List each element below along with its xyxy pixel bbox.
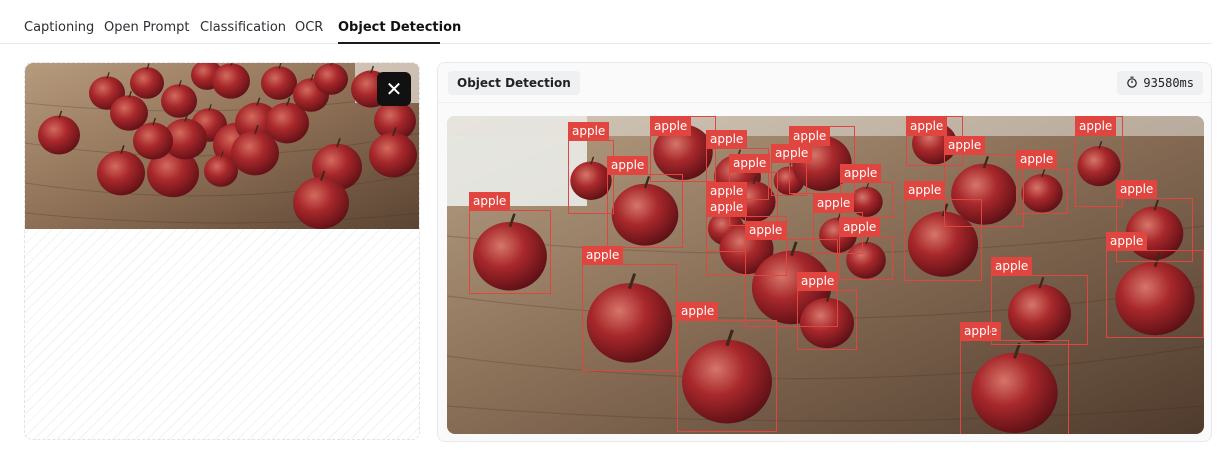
apple-shape <box>161 84 197 118</box>
detection-box: apple <box>839 218 893 280</box>
detection-label: apple <box>839 218 881 237</box>
detection-label: apple <box>1075 117 1117 136</box>
tab-ocr[interactable]: OCR <box>295 20 323 36</box>
apple-shape <box>97 150 145 196</box>
detection-box: apple <box>840 164 893 218</box>
detection-label: apple <box>991 257 1033 276</box>
detection-label: apple <box>729 154 771 173</box>
detection-box: apple <box>607 156 683 248</box>
detection-label: apple <box>904 181 946 200</box>
apple-shape <box>212 63 250 99</box>
detection-label: apple <box>607 156 649 175</box>
elapsed-time-badge: 93580ms <box>1117 71 1203 95</box>
result-title: Object Detection <box>448 71 580 95</box>
detection-label: apple <box>840 164 882 183</box>
detection-box: apple <box>1016 150 1068 214</box>
detection-box: apple <box>944 136 1024 227</box>
detection-box: apple <box>677 302 777 432</box>
detection-label: apple <box>789 127 831 146</box>
detection-box: apple <box>960 322 1069 434</box>
detection-label: apple <box>706 130 748 149</box>
detection-box: apple <box>797 272 857 350</box>
task-tabs: Captioning Open Prompt Classification OC… <box>0 0 1212 44</box>
tab-object-detection[interactable]: Object Detection <box>338 20 461 36</box>
close-icon: ✕ <box>385 77 403 101</box>
apple-shape <box>231 130 279 176</box>
apple-shape <box>293 176 349 229</box>
detection-label: apple <box>469 192 511 211</box>
detection-label: apple <box>650 117 692 136</box>
remove-image-button[interactable]: ✕ <box>377 72 411 106</box>
apple-shape <box>130 67 164 99</box>
detection-label: apple <box>568 122 610 141</box>
apple-shape <box>369 132 417 178</box>
detection-label: apple <box>1106 232 1148 251</box>
apple-shape <box>133 122 173 160</box>
detection-label: apple <box>745 221 787 240</box>
result-header: Object Detection 93580ms <box>438 63 1211 103</box>
tab-open-prompt[interactable]: Open Prompt <box>104 20 190 36</box>
result-panel: Object Detection 93580ms apple apple app… <box>437 62 1212 442</box>
apple-shape <box>38 115 80 155</box>
apple-shape <box>261 66 297 100</box>
stopwatch-icon <box>1126 72 1138 96</box>
tab-classification[interactable]: Classification <box>200 20 286 36</box>
object-detection-page: Captioning Open Prompt Classification OC… <box>0 0 1232 450</box>
active-tab-indicator <box>338 42 440 44</box>
detection-label: apple <box>1016 150 1058 169</box>
detection-label: apple <box>906 117 948 136</box>
detection-label: apple <box>582 246 624 265</box>
image-upload-area[interactable]: ✕ <box>24 62 420 440</box>
tab-captioning[interactable]: Captioning <box>24 20 94 36</box>
detection-box: apple <box>1106 232 1204 338</box>
apple-shape <box>314 63 348 95</box>
elapsed-time: 93580ms <box>1143 76 1194 90</box>
detection-label: apple <box>797 272 839 291</box>
detection-label: apple <box>677 302 719 321</box>
detection-label: apple <box>1116 180 1158 199</box>
detection-box: apple <box>582 246 677 371</box>
detection-overlay: apple apple apple apple apple apple apple apple… <box>447 116 1204 434</box>
detection-box: apple <box>991 257 1088 345</box>
detection-box: apple <box>469 192 551 294</box>
detection-label: apple <box>944 136 986 155</box>
detection-result-image: apple apple apple apple apple apple apple apple… <box>447 116 1204 434</box>
input-image <box>25 63 419 229</box>
